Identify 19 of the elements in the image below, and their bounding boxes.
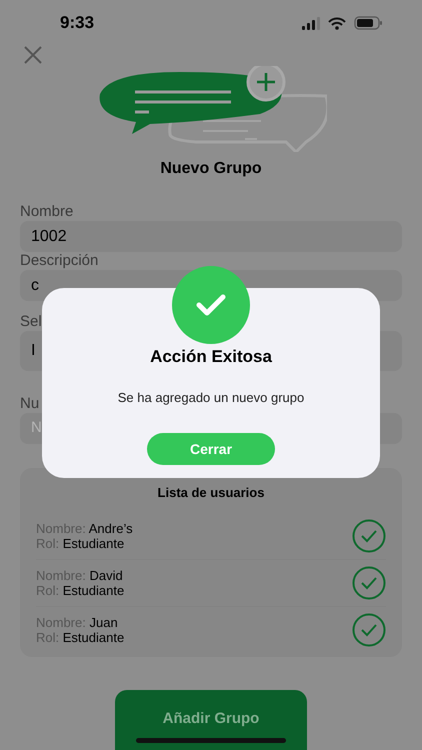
dialog-message: Se ha agregado un nuevo grupo — [118, 388, 304, 407]
field-label: Nombre — [20, 203, 74, 220]
input-field[interactable]: 1002 — [20, 221, 402, 252]
wifi-icon — [328, 16, 346, 30]
add-group-button[interactable]: Añadir Grupo — [115, 690, 307, 750]
close-dialog-button[interactable]: Cerrar — [147, 433, 275, 465]
check-circle-icon[interactable] — [352, 566, 386, 600]
dialog-title: Acción Exitosa — [150, 346, 272, 368]
field-label: Descripción — [20, 252, 98, 269]
page-title: Nuevo Grupo — [160, 159, 262, 179]
field-label: Nu — [20, 395, 40, 412]
signal-icon — [302, 16, 320, 30]
check-circle-icon[interactable] — [352, 518, 386, 552]
status-time: 9:33 — [60, 12, 94, 34]
list-title: Lista de usuarios — [158, 484, 264, 502]
field-label: Sel — [20, 313, 42, 330]
close-icon[interactable] — [24, 46, 42, 64]
battery-icon — [354, 16, 382, 30]
check-circle-icon[interactable] — [352, 612, 386, 646]
